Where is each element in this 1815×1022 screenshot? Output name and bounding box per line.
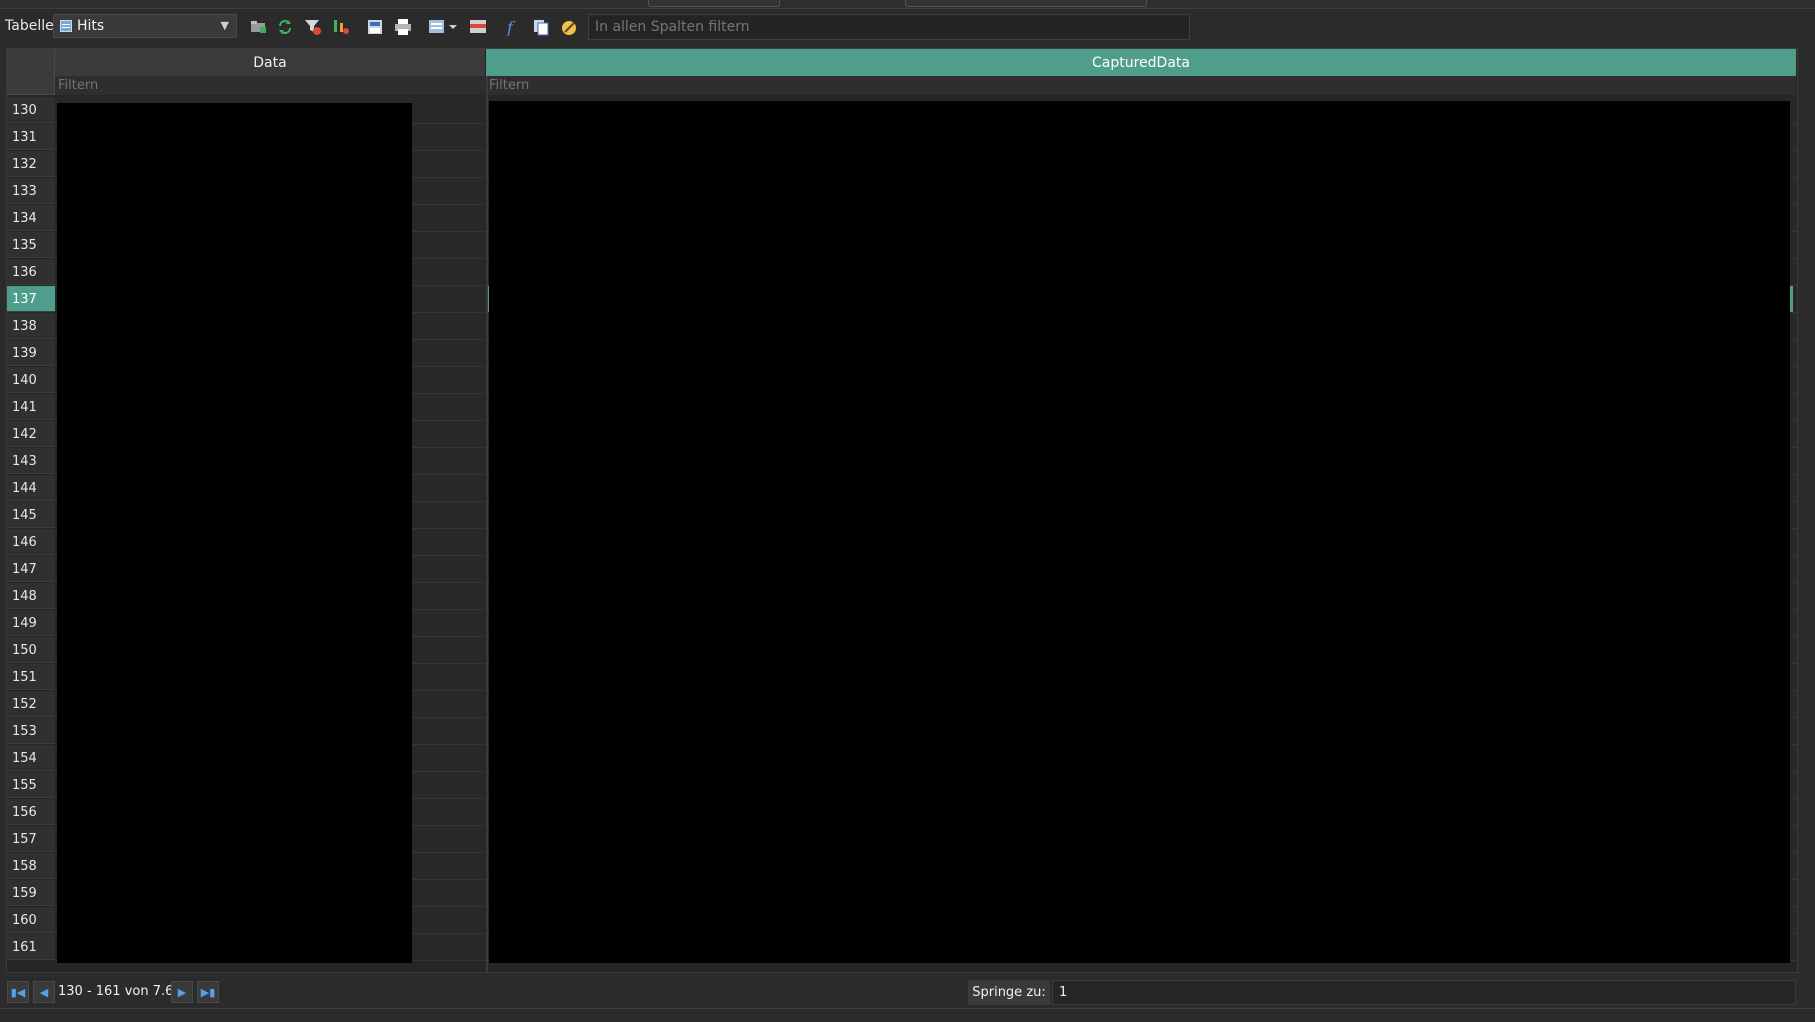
row-number[interactable]: 161 [7, 934, 55, 960]
edit-icon[interactable] [558, 16, 580, 38]
row-number[interactable]: 146 [7, 529, 55, 555]
grid-corner[interactable] [7, 49, 55, 95]
row-number[interactable]: 131 [7, 124, 55, 150]
delete-record-icon[interactable] [467, 16, 489, 38]
row-number[interactable]: 147 [7, 556, 55, 582]
row-number[interactable]: 145 [7, 502, 55, 528]
filter-input-captureddata[interactable] [486, 76, 1796, 95]
row-number[interactable]: 137 [7, 286, 55, 312]
print-icon[interactable] [392, 16, 414, 38]
save-table-icon[interactable] [364, 16, 386, 38]
table-icon [60, 20, 72, 32]
row-number[interactable]: 135 [7, 232, 55, 258]
row-number[interactable]: 144 [7, 475, 55, 501]
column-header-data[interactable]: Data [55, 49, 486, 76]
table-toolbar: Tabelle: Hits ▼ f [0, 10, 1815, 44]
row-number[interactable]: 141 [7, 394, 55, 420]
row-number[interactable]: 140 [7, 367, 55, 393]
redacted-region-captureddata [489, 101, 1790, 963]
sort-icon[interactable] [330, 16, 352, 38]
top-tab-handle[interactable] [905, 0, 1147, 7]
formula-icon[interactable]: f [502, 16, 524, 38]
column-divider[interactable] [486, 76, 488, 973]
row-number[interactable]: 143 [7, 448, 55, 474]
jump-to-input[interactable] [1052, 980, 1796, 1005]
row-number[interactable]: 155 [7, 772, 55, 798]
row-number[interactable]: 153 [7, 718, 55, 744]
row-number[interactable]: 133 [7, 178, 55, 204]
pagination-bar: ▮◀ ◀ 130 - 161 von 7.637 ▶ ▶▮ Springe zu… [0, 978, 1815, 1008]
row-number[interactable]: 159 [7, 880, 55, 906]
row-number[interactable]: 142 [7, 421, 55, 447]
filter-input-data[interactable] [55, 76, 486, 95]
column-header-captureddata[interactable]: CapturedData [486, 49, 1796, 76]
row-number[interactable]: 158 [7, 853, 55, 879]
row-number[interactable]: 136 [7, 259, 55, 285]
first-page-icon[interactable]: ▮◀ [7, 981, 29, 1003]
open-table-icon[interactable] [248, 16, 270, 38]
row-number[interactable]: 160 [7, 907, 55, 933]
row-number[interactable]: 134 [7, 205, 55, 231]
clear-filters-icon[interactable] [302, 16, 324, 38]
row-number[interactable]: 138 [7, 313, 55, 339]
window-bottom-edge [0, 1008, 1815, 1022]
row-number[interactable]: 132 [7, 151, 55, 177]
next-page-icon[interactable]: ▶ [171, 981, 193, 1003]
filter-all-columns-input[interactable] [588, 14, 1190, 40]
export-icon[interactable] [426, 16, 460, 38]
top-tab-handle[interactable] [648, 0, 780, 7]
chevron-down-icon: ▼ [220, 19, 229, 32]
table-select[interactable]: Hits ▼ [53, 14, 237, 38]
row-number[interactable]: 130 [7, 97, 55, 123]
row-number[interactable]: 139 [7, 340, 55, 366]
last-page-icon[interactable]: ▶▮ [197, 981, 219, 1003]
previous-page-icon[interactable]: ◀ [33, 981, 55, 1003]
row-number[interactable]: 152 [7, 691, 55, 717]
redacted-region-data [57, 103, 412, 963]
row-number[interactable]: 154 [7, 745, 55, 771]
svg-text:f: f [506, 18, 516, 36]
table-select-value: Hits [77, 18, 105, 34]
row-number[interactable]: 150 [7, 637, 55, 663]
copy-icon[interactable] [530, 16, 552, 38]
row-number[interactable]: 157 [7, 826, 55, 852]
table-label: Tabelle: [5, 18, 59, 34]
row-number[interactable]: 148 [7, 583, 55, 609]
row-number[interactable]: 149 [7, 610, 55, 636]
refresh-icon[interactable] [274, 16, 296, 38]
row-number[interactable]: 151 [7, 664, 55, 690]
jump-to-label: Springe zu: [968, 980, 1050, 1005]
row-number[interactable]: 156 [7, 799, 55, 825]
